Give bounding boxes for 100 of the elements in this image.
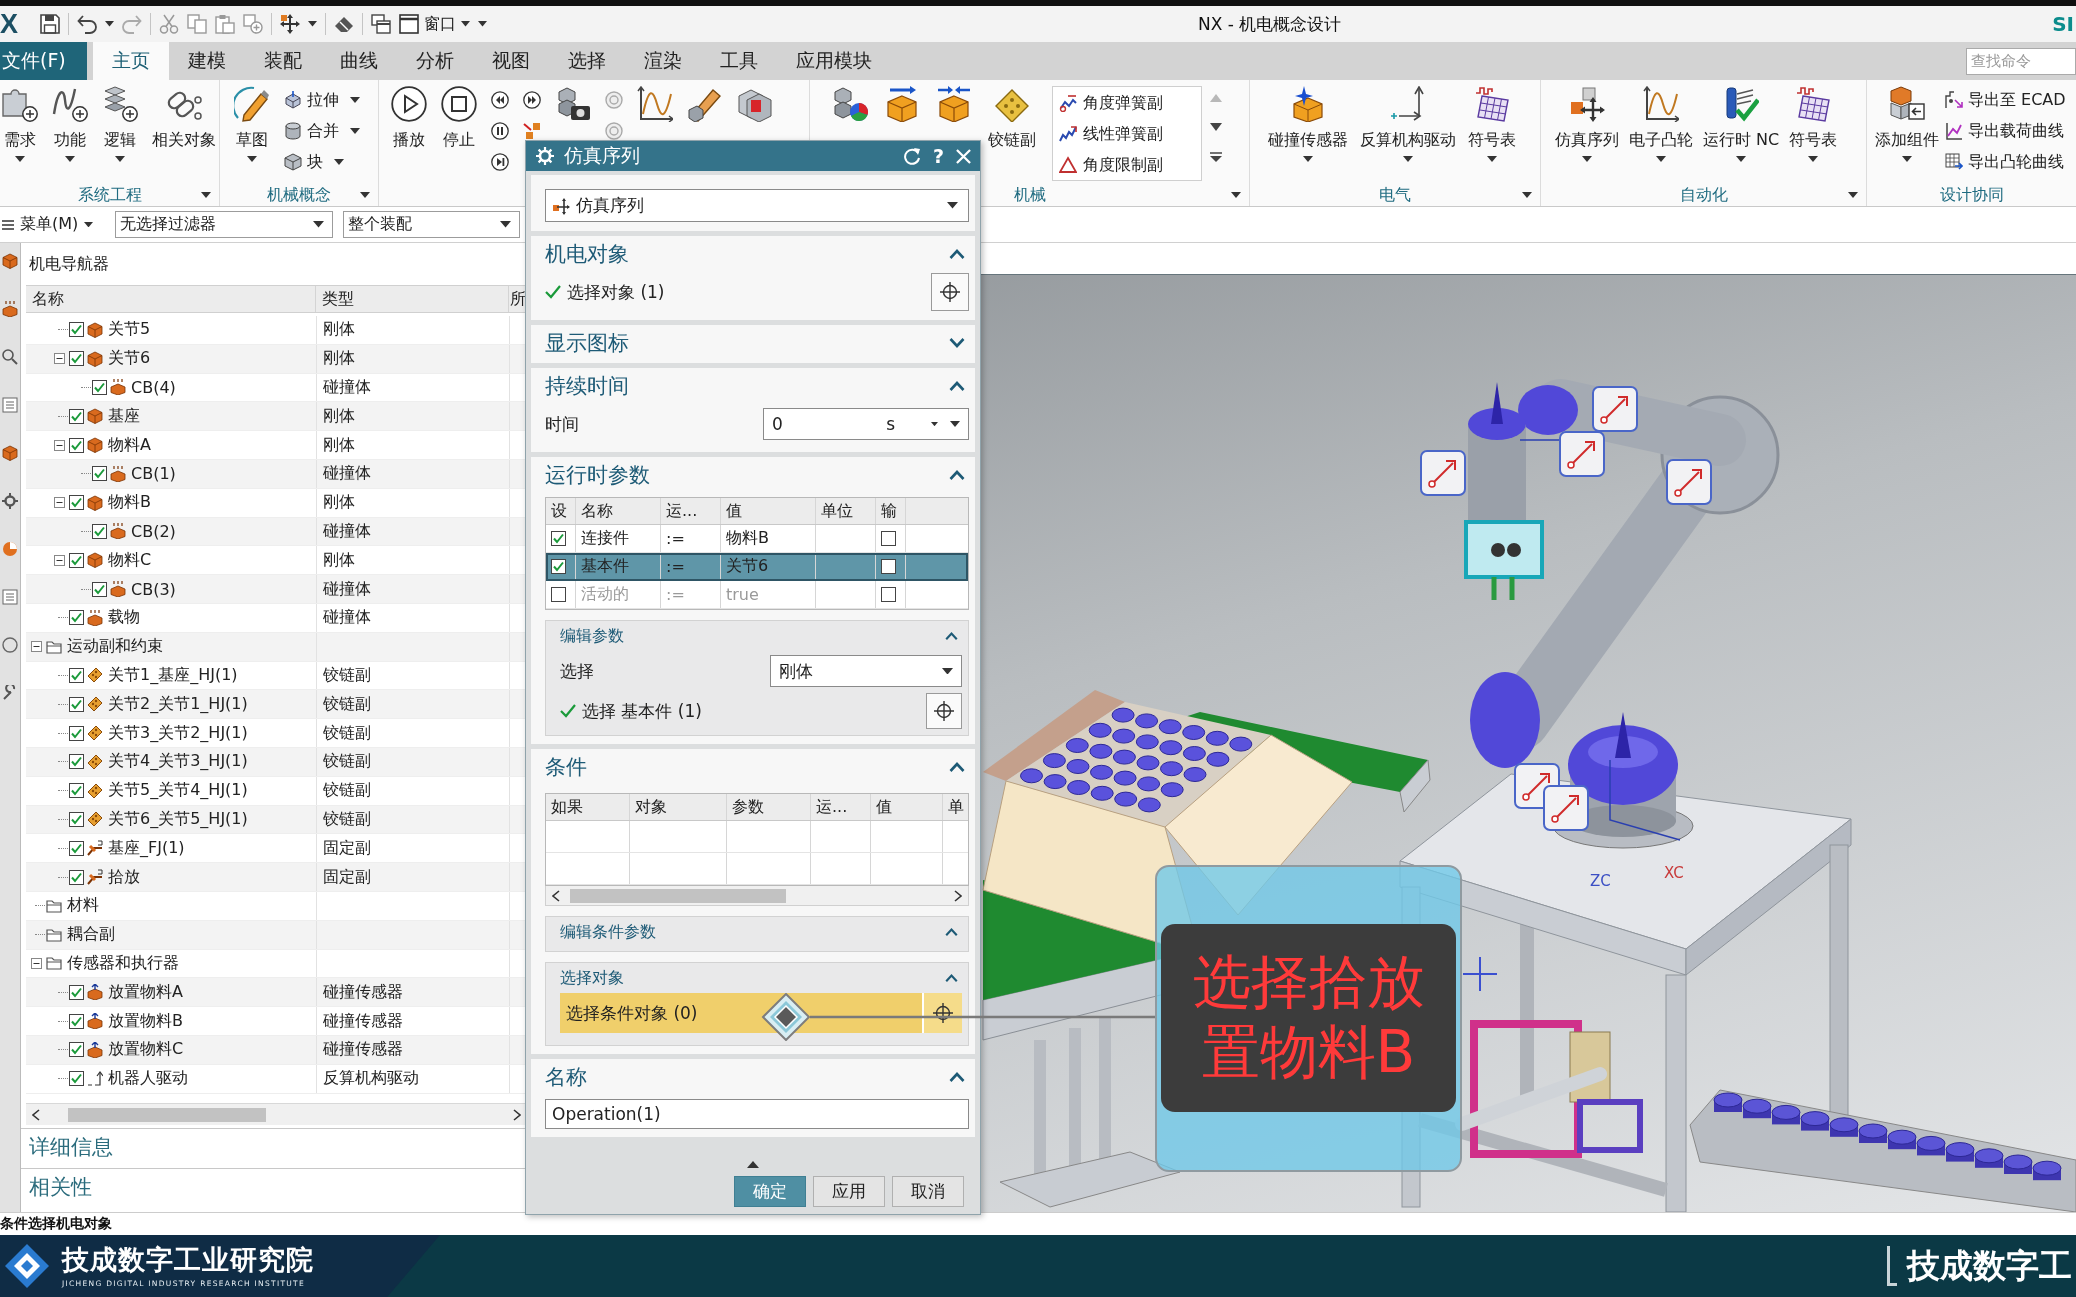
scissors-icon[interactable] — [159, 14, 179, 34]
column-header[interactable]: 值 — [871, 794, 943, 820]
cube-icon[interactable] — [2, 253, 18, 269]
column-header[interactable]: 参数 — [727, 794, 811, 820]
scrollbar-thumb[interactable] — [570, 888, 786, 903]
ribbon-button[interactable]: 符号表 — [1468, 84, 1516, 162]
ribbon-button[interactable]: 播放 — [391, 84, 427, 149]
tree-row[interactable]: 物料B 刚体 — [26, 488, 527, 518]
column-header[interactable]: 单位 — [816, 498, 876, 524]
scroll-right-icon[interactable] — [954, 889, 962, 902]
circle-icon[interactable] — [2, 637, 18, 653]
help-button[interactable]: ? — [930, 145, 946, 167]
caret-icon[interactable] — [931, 421, 938, 427]
search-field[interactable]: 查找命令 — [1966, 47, 2076, 75]
chevron-up-icon[interactable] — [949, 249, 965, 259]
cube-arrow-icon[interactable] — [884, 86, 920, 122]
chevron-down-icon[interactable] — [949, 338, 965, 348]
column-header[interactable]: 名称 — [576, 498, 661, 524]
windows-icon[interactable] — [371, 14, 391, 34]
dialog-button[interactable]: 应用 — [813, 1176, 885, 1207]
tree-row[interactable]: 物料C 刚体 — [26, 546, 527, 576]
ribbon-button[interactable]: 草图 — [234, 84, 270, 162]
tree-row[interactable]: CB(2) 碰撞体 — [26, 517, 527, 547]
menu-tab[interactable]: 应用模块 — [777, 42, 891, 80]
column-header[interactable]: 值 — [721, 498, 816, 524]
ribbon-button[interactable]: 符号表 — [1789, 84, 1838, 162]
rewind-icon[interactable] — [491, 90, 509, 109]
checkbox[interactable] — [881, 531, 896, 546]
caret-icon[interactable] — [201, 192, 211, 198]
crosshair-button[interactable] — [926, 693, 962, 729]
tree-row[interactable]: 放置物料A 碰撞传感器 — [26, 978, 527, 1008]
checkbox[interactable] — [69, 984, 84, 1000]
menu-tab[interactable]: 曲线 — [321, 42, 397, 80]
menu-tab[interactable]: 工具 — [701, 42, 777, 80]
chevron-up-icon[interactable] — [945, 631, 958, 641]
column-header[interactable]: 运... — [661, 498, 721, 524]
dialog-button[interactable]: 确定 — [734, 1176, 806, 1207]
tree-row[interactable]: 关节4_关节3_HJ(1) 铰链副 — [26, 747, 527, 777]
checkbox[interactable] — [69, 351, 84, 367]
ribbon-button[interactable]: 逻辑 — [102, 84, 138, 162]
column-header[interactable]: 名称 — [26, 286, 316, 312]
column-header[interactable]: 如果 — [546, 794, 630, 820]
ribbon-button[interactable]: 功能 — [52, 84, 88, 162]
ribbon-button[interactable]: 导出载荷曲线 — [1945, 115, 2066, 146]
column-header[interactable]: 对象 — [630, 794, 727, 820]
column-header[interactable]: 输 — [876, 498, 906, 524]
collapse-icon[interactable] — [53, 497, 65, 509]
tree-row[interactable]: 基座_FJ(1) 固定副 — [26, 834, 527, 864]
caret-icon[interactable] — [105, 21, 114, 27]
tree-row[interactable]: 传感器和执行器 — [26, 949, 527, 979]
rod-icon[interactable] — [687, 86, 723, 122]
tree-row[interactable]: CB(1) 碰撞体 — [26, 460, 527, 489]
scrollbar-thumb[interactable] — [68, 1107, 266, 1122]
scope-dropdown[interactable]: 整个装配 — [343, 211, 520, 238]
checkbox[interactable] — [69, 725, 84, 741]
squares-arrow-icon[interactable] — [523, 121, 541, 140]
tree-row[interactable]: 材料 — [26, 891, 527, 921]
wrench-icon[interactable] — [2, 685, 18, 701]
file-menu-tab[interactable]: 文件(F) — [0, 42, 87, 80]
tree-row[interactable]: 物料A 刚体 — [26, 431, 527, 460]
checkbox[interactable] — [92, 466, 107, 482]
checkbox[interactable] — [69, 869, 84, 885]
graph-icon[interactable] — [637, 86, 673, 122]
ribbon-button[interactable]: 合并 — [284, 115, 360, 146]
table-row[interactable]: 基本件 := 关节6 — [546, 553, 968, 581]
tree-row[interactable]: 放置物料B 碰撞传感器 — [26, 1007, 527, 1036]
collapse-icon[interactable] — [30, 957, 42, 969]
type-dropdown[interactable]: 刚体 — [770, 655, 962, 687]
settings-icon[interactable] — [536, 147, 554, 165]
cube-arrows-icon[interactable] — [936, 86, 972, 122]
cube-icon[interactable] — [2, 445, 18, 461]
checkbox[interactable] — [69, 811, 84, 827]
checkbox[interactable] — [69, 1013, 84, 1029]
ribbon-button[interactable]: 运行时 NC — [1703, 84, 1780, 162]
chevron-up-icon[interactable] — [949, 381, 965, 391]
checkbox[interactable] — [69, 408, 84, 424]
clipboard-icon[interactable] — [215, 14, 235, 34]
ribbon-button[interactable]: 碰撞传感器 — [1268, 84, 1348, 162]
expand-gallery-icon[interactable] — [1210, 152, 1222, 162]
checkbox[interactable] — [69, 322, 84, 338]
cubes-pie-icon[interactable] — [832, 86, 868, 122]
crosshair-button[interactable] — [931, 273, 969, 311]
menu-tab[interactable]: 建模 — [169, 42, 245, 80]
collapse-icon[interactable] — [53, 353, 65, 365]
window-menu[interactable]: 窗口 — [399, 13, 470, 35]
tree-row[interactable]: 基座 刚体 — [26, 402, 527, 432]
save-icon[interactable] — [40, 14, 60, 34]
caret-icon[interactable] — [1522, 192, 1532, 198]
chevron-up-icon[interactable] — [949, 762, 965, 772]
chevron-up-icon[interactable] — [945, 973, 958, 983]
checkbox[interactable] — [69, 1071, 84, 1087]
collapse-icon[interactable] — [53, 439, 65, 451]
gallery-item[interactable]: 角度限制副 — [1053, 149, 1201, 180]
scroll-right-icon[interactable] — [513, 1108, 521, 1121]
checkbox[interactable] — [551, 559, 566, 574]
fast-forward-icon[interactable] — [523, 90, 541, 109]
checkbox[interactable] — [69, 840, 84, 856]
tree-row[interactable]: 关节6_关节5_HJ(1) 铰链副 — [26, 805, 527, 835]
reset-icon[interactable] — [902, 147, 921, 165]
undo-icon[interactable] — [77, 14, 97, 34]
